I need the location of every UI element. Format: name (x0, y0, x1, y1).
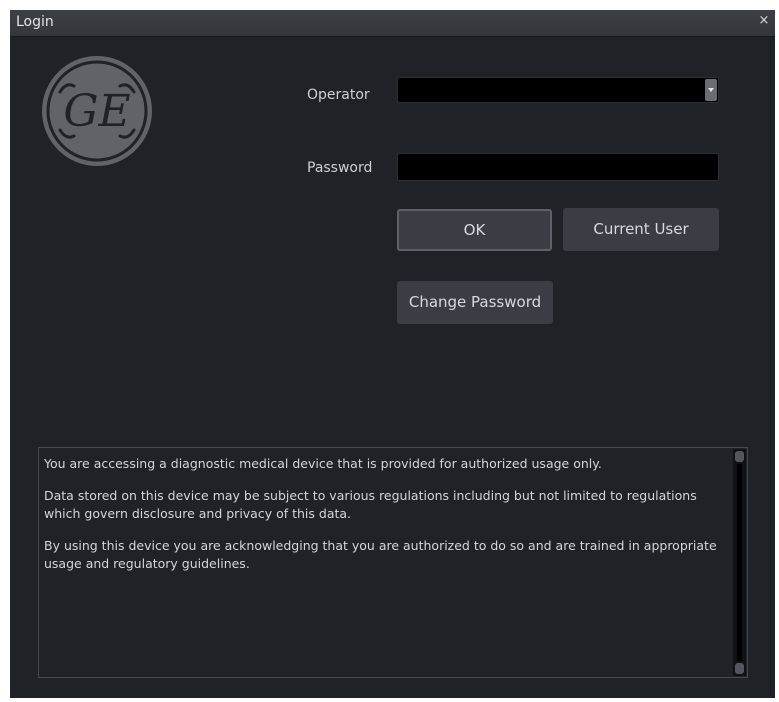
notice-paragraph: You are accessing a diagnostic medical d… (44, 456, 602, 471)
title-bar[interactable]: Login × (10, 10, 775, 37)
current-user-button[interactable]: Current User (563, 208, 719, 251)
scroll-thumb[interactable] (737, 464, 742, 661)
notice-paragraph: Data stored on this device may be subjec… (44, 488, 697, 521)
window-title: Login (16, 14, 54, 30)
password-input[interactable] (397, 153, 719, 181)
ge-logo-icon: GE (42, 56, 152, 166)
operator-select[interactable] (397, 77, 719, 103)
operator-label: Operator (307, 87, 370, 103)
vertical-scrollbar[interactable] (733, 449, 746, 676)
svg-text:GE: GE (63, 86, 130, 137)
legal-notice-text: You are accessing a diagnostic medical d… (44, 455, 728, 587)
legal-notice-box[interactable]: You are accessing a diagnostic medical d… (38, 447, 748, 678)
notice-paragraph: By using this device you are acknowledgi… (44, 538, 717, 571)
close-icon[interactable]: × (757, 12, 771, 30)
password-label: Password (307, 160, 373, 176)
change-password-button[interactable]: Change Password (397, 281, 553, 324)
ok-button[interactable]: OK (397, 209, 552, 251)
scroll-up-icon[interactable] (735, 451, 744, 462)
login-dialog: Login × GE Operator Password OK Current … (10, 10, 775, 698)
scroll-down-icon[interactable] (735, 663, 744, 674)
chevron-down-icon[interactable] (705, 79, 717, 101)
